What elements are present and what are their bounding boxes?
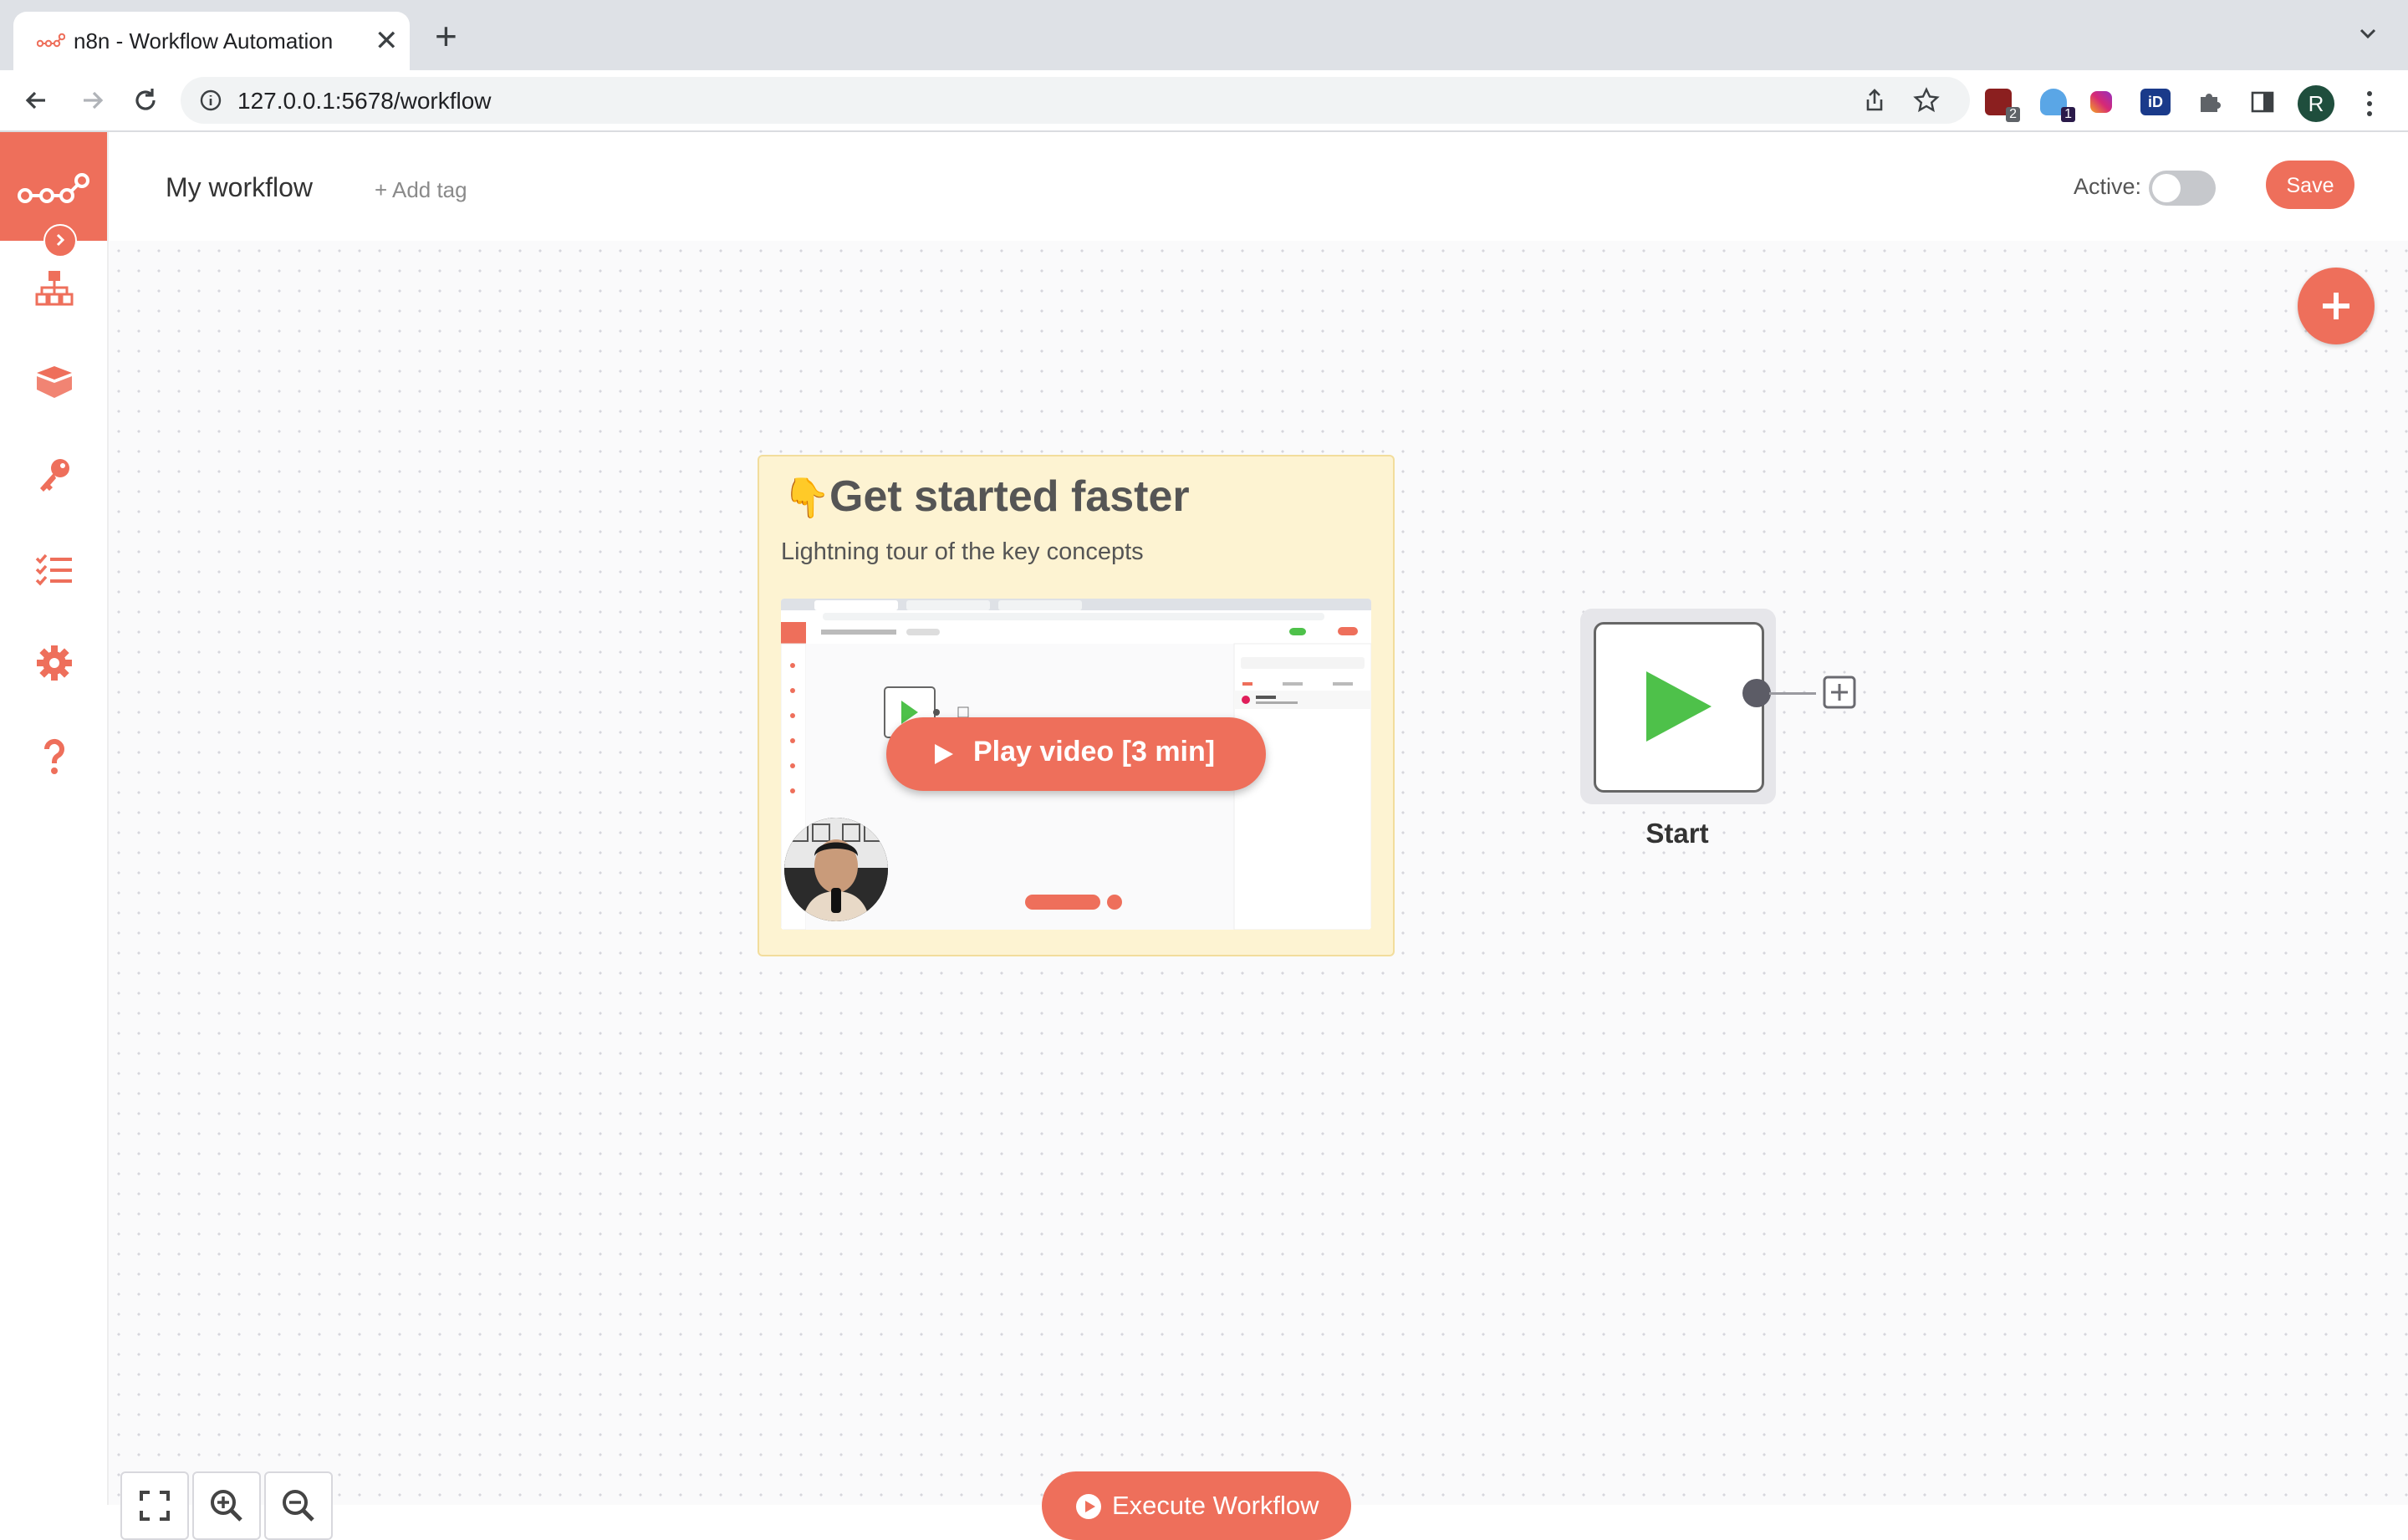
bookmark-star-icon[interactable]: [1913, 87, 1940, 114]
add-node-button[interactable]: [2298, 268, 2375, 344]
side-panel-icon[interactable]: [2249, 89, 2276, 115]
url-text: 127.0.0.1:5678/workflow: [237, 88, 492, 114]
sidebar-item-credentials[interactable]: [32, 453, 77, 498]
sticky-subtitle: Lightning tour of the key concepts: [781, 538, 1144, 565]
site-info-icon[interactable]: [199, 89, 222, 112]
workflow-name[interactable]: My workflow: [166, 172, 313, 203]
fullscreen-icon: [140, 1491, 170, 1521]
sticky-title: Get started faster: [829, 472, 1190, 521]
ghost-extension-icon[interactable]: 1: [2040, 89, 2075, 122]
n8n-logo-icon: [18, 173, 89, 203]
browser-menu-icon[interactable]: [2365, 85, 2375, 122]
zoom-out-icon: [283, 1490, 314, 1522]
start-node[interactable]: [1580, 609, 1776, 804]
id-extension-icon[interactable]: iD: [2140, 89, 2171, 115]
sidebar-item-help[interactable]: [32, 734, 77, 779]
pointing-down-icon: 👇: [783, 476, 831, 519]
sticky-note[interactable]: 👇 Get started faster Lightning tour of t…: [758, 455, 1395, 956]
sidebar-item-templates[interactable]: [32, 360, 77, 405]
zoom-in-icon: [211, 1490, 242, 1522]
play-video-button[interactable]: Play video [3 min]: [886, 717, 1266, 791]
play-start-icon: [1646, 671, 1712, 742]
tab-close-icon[interactable]: ✕: [375, 25, 399, 57]
sidebar-expand-button[interactable]: [43, 224, 77, 258]
toggle-knob: [2152, 174, 2181, 202]
address-bar[interactable]: 127.0.0.1:5678/workflow: [181, 77, 1970, 124]
workflow-header: My workflow + Add tag Active: Save: [109, 132, 2408, 241]
start-node-label: Start: [1645, 818, 1709, 849]
extensions-puzzle-icon[interactable]: [2196, 89, 2222, 115]
play-triangle-icon: [935, 744, 953, 764]
play-video-label: Play video [3 min]: [973, 736, 1216, 767]
browser-tab[interactable]: n8n - Workflow Automation ✕: [13, 12, 410, 70]
node-output-handle[interactable]: [1742, 679, 1771, 707]
ext-badge: 2: [2006, 107, 2020, 122]
active-label: Active:: [2074, 174, 2142, 199]
tab-search-chevron-icon[interactable]: [2356, 22, 2380, 45]
node-output-connector: [1769, 692, 1816, 695]
zoom-in-button[interactable]: [192, 1471, 261, 1540]
share-icon[interactable]: [1861, 87, 1888, 114]
n8n-favicon-icon: [37, 33, 65, 48]
back-arrow-icon[interactable]: [20, 84, 54, 117]
forward-arrow-icon[interactable]: [75, 84, 109, 117]
chevron-right-icon: [56, 233, 65, 247]
sidebar: [0, 132, 109, 1505]
add-next-node-icon[interactable]: [1823, 676, 1856, 709]
sidebar-item-settings[interactable]: [32, 640, 77, 686]
browser-tabstrip: n8n - Workflow Automation ✕ +: [0, 0, 2408, 70]
presenter-photo: [784, 818, 888, 921]
tab-title: n8n - Workflow Automation: [74, 28, 334, 54]
workflow-canvas[interactable]: 👇 Get started faster Lightning tour of t…: [109, 241, 2408, 1540]
zoom-out-button[interactable]: [264, 1471, 333, 1540]
ublock-extension-icon[interactable]: 2: [1985, 89, 2020, 122]
save-button[interactable]: Save: [2266, 161, 2354, 209]
zoom-to-fit-button[interactable]: [120, 1471, 189, 1540]
sidebar-item-executions[interactable]: [32, 547, 77, 592]
active-toggle[interactable]: [2149, 171, 2216, 206]
instagram-extension-icon[interactable]: [2090, 91, 2112, 113]
start-node-body[interactable]: [1594, 622, 1764, 793]
new-tab-button[interactable]: +: [435, 17, 457, 55]
plus-icon: [2323, 293, 2349, 319]
browser-toolbar: 127.0.0.1:5678/workflow 2 1 iD R: [0, 70, 2408, 132]
profile-avatar[interactable]: R: [2298, 85, 2334, 122]
presenter-avatar: [784, 818, 888, 921]
execute-workflow-label: Execute Workflow: [1112, 1491, 1319, 1520]
n8n-app: My workflow + Add tag Active: Save 👇 Get…: [0, 132, 2408, 1540]
reload-icon[interactable]: [129, 84, 162, 117]
add-tag-button[interactable]: + Add tag: [375, 177, 467, 203]
execute-workflow-button[interactable]: Execute Workflow: [1042, 1471, 1351, 1540]
ext-badge: 1: [2061, 107, 2075, 122]
play-circle-icon: [1076, 1494, 1101, 1519]
sidebar-item-workflows[interactable]: [32, 266, 77, 311]
